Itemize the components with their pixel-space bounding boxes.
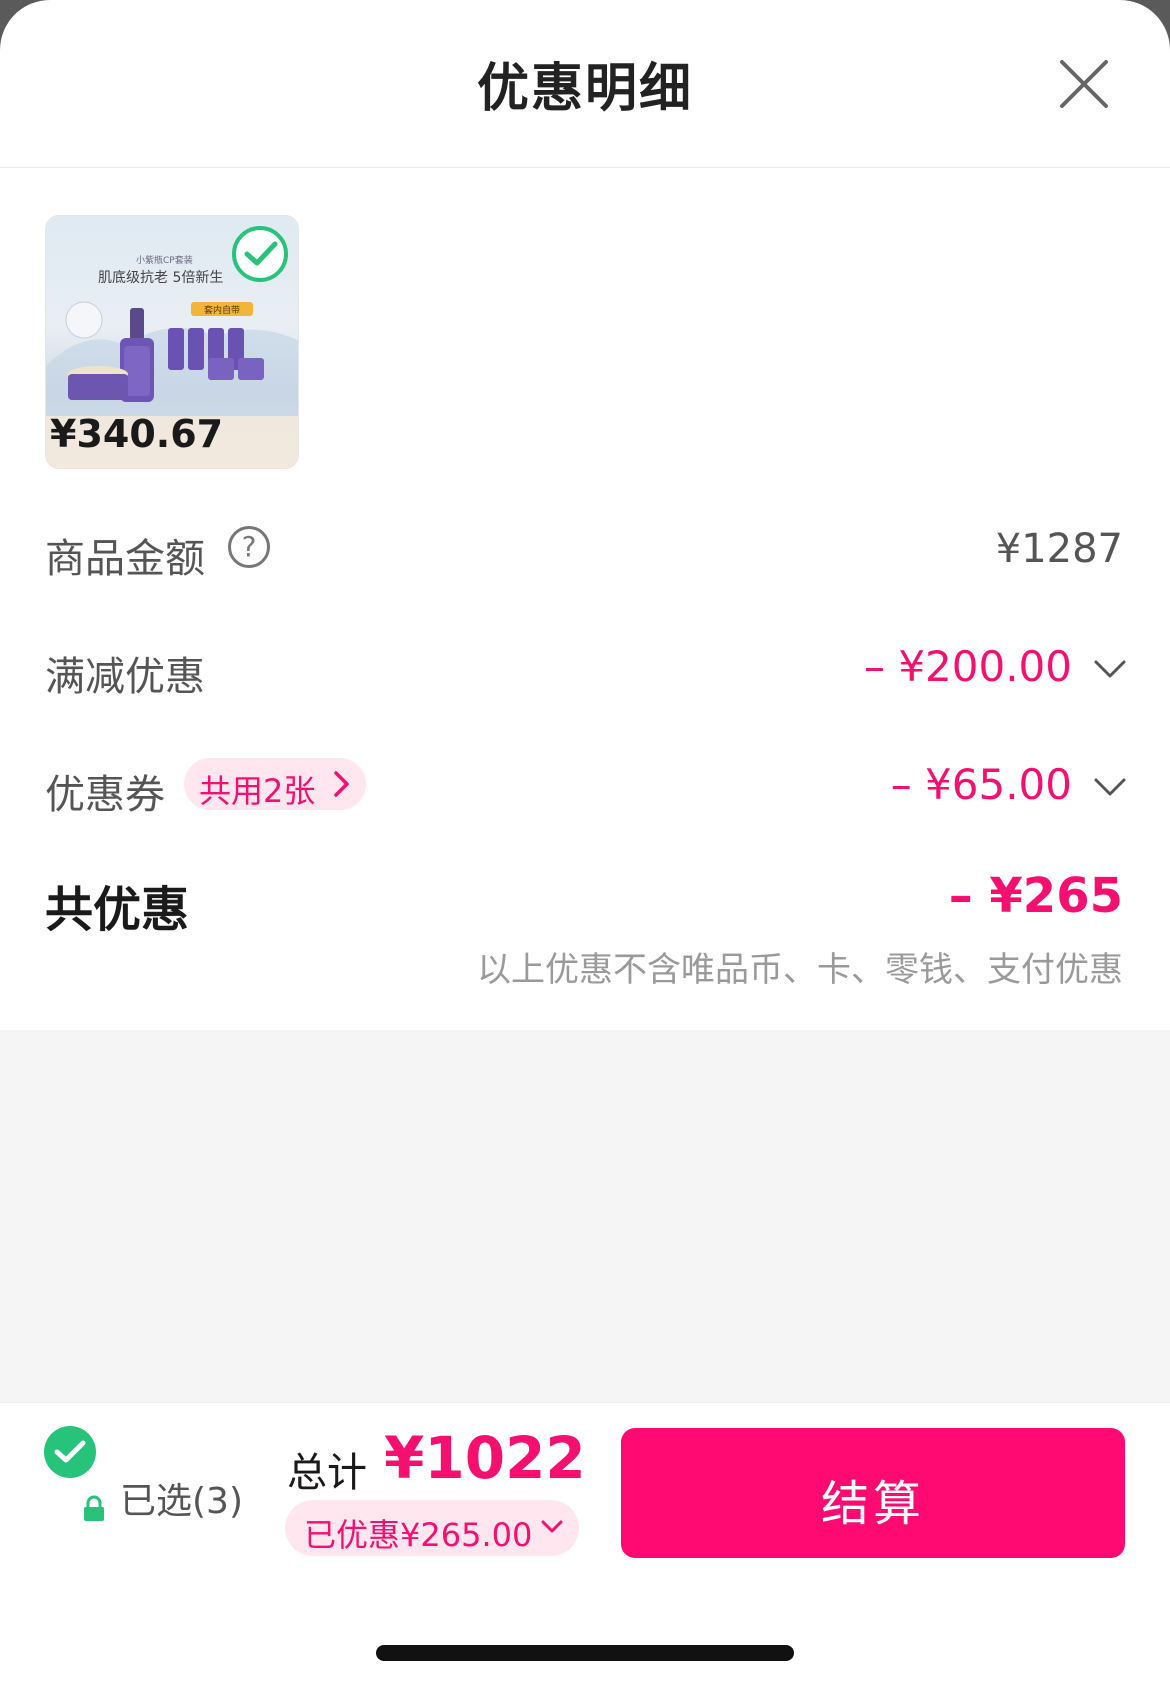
coupon-count-pill[interactable]: 共用2张 <box>184 758 366 810</box>
sum-value: ¥1022 <box>384 1424 586 1492</box>
sum-label: 总计 <box>287 1450 367 1496</box>
thumb-headline: 肌底级抗老 5倍新生 <box>98 270 223 286</box>
checkout-button[interactable]: 结算 <box>621 1428 1125 1558</box>
thumb-badge: 套内自带 <box>204 304 240 316</box>
close-button[interactable] <box>1052 52 1116 116</box>
select-all-checkbox[interactable] <box>44 1426 96 1478</box>
chevron-down-icon <box>541 1520 563 1533</box>
chevron-down-icon[interactable] <box>1093 776 1127 798</box>
thumb-caption-top: 小紫瓶CP套装 <box>136 254 193 266</box>
lock-icon <box>82 1495 106 1523</box>
selected-check <box>232 226 288 282</box>
saved-amount-pill[interactable]: 已优惠¥265.00 <box>285 1500 579 1556</box>
discount-note: 以上优惠不含唯品币、卡、零钱、支付优惠 <box>477 950 1123 990</box>
checkout-label: 结算 <box>820 1476 925 1532</box>
coupon-value[interactable]: – ¥65.00 <box>891 760 1072 809</box>
help-icon[interactable]: ? <box>228 526 270 568</box>
full-reduction-value[interactable]: – ¥200.00 <box>864 642 1072 691</box>
total-discount-label: 共优惠 <box>45 882 190 938</box>
check-icon <box>244 241 278 266</box>
discount-detail-sheet: 优惠明细 小紫瓶CP套装 肌底级抗老 5倍新生 套内自带 ¥340.67 商品金… <box>0 0 1170 1684</box>
chevron-right-icon <box>334 771 349 797</box>
home-indicator[interactable] <box>376 1645 794 1661</box>
goods-amount-value: ¥1287 <box>995 526 1123 572</box>
page-title: 优惠明细 <box>476 59 693 119</box>
empty-area <box>0 1030 1170 1402</box>
coupon-label: 优惠券 <box>45 772 165 818</box>
full-reduction-label: 满减优惠 <box>45 654 205 700</box>
selected-count: 已选(3) <box>120 1481 243 1522</box>
check-icon <box>54 1440 86 1463</box>
chevron-down-icon[interactable] <box>1093 658 1127 680</box>
goods-amount-label: 商品金额 <box>45 536 205 582</box>
total-discount-value: – ¥265 <box>948 868 1123 924</box>
product-price: ¥340.67 <box>50 412 224 456</box>
coupon-count-text: 共用2张 <box>199 772 316 810</box>
sheet-header: 优惠明细 <box>0 0 1170 168</box>
close-icon <box>1060 60 1108 108</box>
saved-amount-text: 已优惠¥265.00 <box>304 1516 533 1554</box>
